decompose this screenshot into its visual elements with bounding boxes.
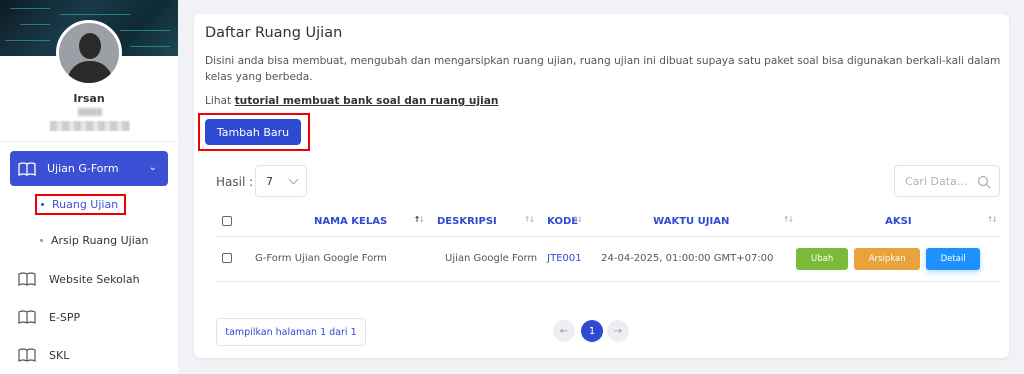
sidebar-subitem-arsip-ruang-ujian[interactable]: Arsip Ruang Ujian xyxy=(40,234,149,247)
sidebar-item-label: Ujian G-Form xyxy=(47,162,119,175)
header-label: NAMA KELAS xyxy=(314,215,388,227)
sort-icon[interactable]: ↑↓ xyxy=(783,215,794,224)
sidebar-subitem-label: Arsip Ruang Ujian xyxy=(51,234,149,247)
arrow-left-icon: ← xyxy=(559,325,569,337)
results-label: Hasil : xyxy=(216,175,254,189)
book-icon xyxy=(18,272,36,286)
main-card: Daftar Ruang Ujian Disini anda bisa memb… xyxy=(194,14,1009,358)
chevron-down-icon xyxy=(288,174,299,185)
cell-kode: JTE001 xyxy=(537,236,602,282)
row-checkbox[interactable] xyxy=(222,253,232,263)
sidebar-item-label: Website Sekolah xyxy=(49,272,140,286)
sort-icon[interactable]: ↑↓ xyxy=(414,215,425,224)
exam-room-table: NAMA KELAS ↑↓ DESKRIPSI ↑↓ KODE ↑↓ WAKTU… xyxy=(216,207,1000,282)
edit-button[interactable]: Ubah xyxy=(796,247,849,270)
search-input[interactable]: Cari Data... xyxy=(894,165,1000,197)
sidebar-subitem-ruang-ujian[interactable]: Ruang Ujian xyxy=(35,194,127,215)
page-description: Disini anda bisa membuat, mengubah dan m… xyxy=(205,55,1001,83)
book-icon xyxy=(18,161,36,176)
sidebar-item-e-spp[interactable]: E-SPP xyxy=(18,310,80,324)
sidebar-item-skl[interactable]: SKL xyxy=(18,348,69,362)
cell-aksi: Ubah Arsipkan Detail xyxy=(796,236,1000,282)
select-all-header xyxy=(216,207,252,237)
tutorial-prefix: Lihat xyxy=(205,95,232,107)
sidebar-item-website-sekolah[interactable]: Website Sekolah xyxy=(18,272,140,286)
row-select-cell xyxy=(216,236,252,282)
blurred-user-detail xyxy=(50,121,130,131)
tutorial-link[interactable]: tutorial membuat bank soal dan ruang uji… xyxy=(235,95,499,107)
sort-icon[interactable]: ↑↓ xyxy=(572,215,583,224)
sidebar-item-label: E-SPP xyxy=(49,310,81,324)
sidebar-divider xyxy=(0,141,178,142)
sort-icon[interactable]: ↑↓ xyxy=(524,215,535,224)
header-label: AKSI xyxy=(885,215,912,227)
avatar[interactable] xyxy=(56,20,122,86)
results-per-page-value: 7 xyxy=(266,175,273,188)
page-title: Daftar Ruang Ujian xyxy=(205,25,343,41)
column-header-kode[interactable]: KODE ↑↓ xyxy=(537,207,602,237)
arrow-right-icon: → xyxy=(613,325,623,337)
detail-button[interactable]: Detail xyxy=(926,247,981,270)
chevron-down-icon: ⌄ xyxy=(148,162,157,173)
bullet-icon xyxy=(41,203,44,206)
results-per-page-select[interactable]: 7 xyxy=(255,165,307,197)
column-header-waktu-ujian[interactable]: WAKTU UJIAN ↑↓ xyxy=(601,207,797,237)
book-icon xyxy=(18,348,36,362)
archive-button[interactable]: Arsipkan xyxy=(854,247,921,270)
search-placeholder: Cari Data... xyxy=(905,175,968,188)
tutorial-line: Lihat tutorial membuat bank soal dan rua… xyxy=(205,95,498,107)
select-all-checkbox[interactable] xyxy=(222,215,232,226)
column-header-deskripsi[interactable]: DESKRIPSI ↑↓ xyxy=(427,207,538,237)
column-header-nama-kelas[interactable]: NAMA KELAS ↑↓ xyxy=(252,207,427,237)
bullet-icon xyxy=(40,239,43,242)
cell-deskripsi: Ujian Google Form xyxy=(427,236,538,282)
header-label: WAKTU UJIAN xyxy=(653,215,730,227)
sidebar-item-label: SKL xyxy=(49,348,70,362)
user-name: Irsan xyxy=(73,92,105,105)
table-header-row: NAMA KELAS ↑↓ DESKRIPSI ↑↓ KODE ↑↓ WAKTU… xyxy=(216,207,1000,237)
prev-page-button[interactable]: ← xyxy=(553,320,575,342)
sidebar-subitem-label: Ruang Ujian xyxy=(52,198,119,211)
table-row: G-Form Ujian Google Form Ujian Google Fo… xyxy=(216,236,1000,282)
sort-icon[interactable]: ↑↓ xyxy=(987,215,998,224)
book-icon xyxy=(18,310,36,324)
column-header-aksi[interactable]: AKSI ↑↓ xyxy=(796,207,1000,237)
pagination-info: tampilkan halaman 1 dari 1 xyxy=(216,318,366,346)
add-new-button[interactable]: Tambah Baru xyxy=(205,119,301,145)
sidebar-item-ujian-gform[interactable]: Ujian G-Form ⌄ xyxy=(10,151,168,186)
cell-nama-kelas: G-Form Ujian Google Form xyxy=(252,236,427,282)
page-1-button[interactable]: 1 xyxy=(581,320,603,342)
blurred-user-info xyxy=(78,108,102,116)
next-page-button[interactable]: → xyxy=(607,320,629,342)
header-label: DESKRIPSI xyxy=(437,215,497,227)
cell-waktu-ujian: 24-04-2025, 01:00:00 GMT+07:00 xyxy=(601,236,797,282)
sidebar: Irsan Ujian G-Form ⌄ Ruang Ujian Arsip R… xyxy=(0,0,178,374)
search-icon[interactable] xyxy=(977,175,991,189)
